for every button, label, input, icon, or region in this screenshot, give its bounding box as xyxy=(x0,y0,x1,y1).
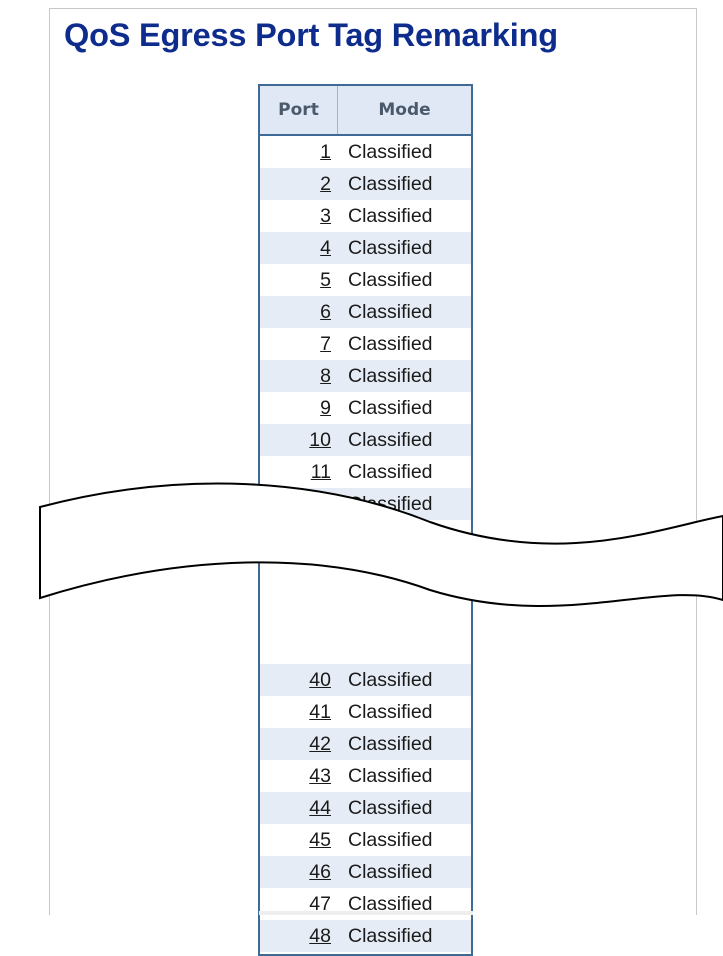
table-row: 45 Classified xyxy=(260,824,471,856)
port-link[interactable]: 8 xyxy=(320,365,331,387)
port-link[interactable]: 2 xyxy=(320,173,331,195)
port-cell: 9 xyxy=(260,397,338,420)
table-header: Port Mode xyxy=(260,86,471,136)
mode-cell: Classified xyxy=(348,396,433,419)
mode-cell: Classified xyxy=(348,492,433,515)
table-row: 2 Classified xyxy=(260,168,471,200)
table-row: 7 Classified xyxy=(260,328,471,360)
port-cell: 46 xyxy=(260,861,338,884)
footer-strip xyxy=(259,911,473,915)
port-cell: 10 xyxy=(260,429,338,452)
port-link[interactable]: 40 xyxy=(309,669,331,691)
port-cell: 41 xyxy=(260,701,338,724)
mode-cell: Classified xyxy=(348,236,433,259)
mode-cell: Classified xyxy=(348,796,433,819)
table-row: 44 Classified xyxy=(260,792,471,824)
table-row: 1 Classified xyxy=(260,136,471,168)
port-cell: 7 xyxy=(260,333,338,356)
mode-cell: Classified xyxy=(348,700,433,723)
column-header-mode: Mode xyxy=(378,100,431,120)
table-body-omitted xyxy=(260,520,471,664)
table-row: 5 Classified xyxy=(260,264,471,296)
table-row: 9 Classified xyxy=(260,392,471,424)
table-row: 40 Classified xyxy=(260,664,471,696)
table-row: 4 Classified xyxy=(260,232,471,264)
mode-cell: Classified xyxy=(348,204,433,227)
port-link[interactable]: 7 xyxy=(320,333,331,355)
port-link[interactable]: 5 xyxy=(320,269,331,291)
table-row: 47 Classified xyxy=(260,888,471,920)
port-link[interactable]: 45 xyxy=(309,829,331,851)
table-row: 8 Classified xyxy=(260,360,471,392)
port-link[interactable]: 44 xyxy=(309,797,331,819)
mode-cell: Classified xyxy=(348,140,433,163)
port-link[interactable]: 12 xyxy=(309,493,331,515)
table-row: 48 Classified xyxy=(260,920,471,952)
table-body-bottom: 40 Classified 41 Classified 42 Classified 43 Cl… xyxy=(260,664,471,952)
mode-cell: Classified xyxy=(348,300,433,323)
port-cell: 43 xyxy=(260,765,338,788)
mode-cell: Classified xyxy=(348,668,433,691)
port-link[interactable]: 46 xyxy=(309,861,331,883)
port-cell: 2 xyxy=(260,173,338,196)
mode-cell: Classified xyxy=(348,332,433,355)
table-row: 46 Classified xyxy=(260,856,471,888)
port-link[interactable]: 42 xyxy=(309,733,331,755)
column-header-port: Port xyxy=(260,86,338,134)
table-row: 11 Classified xyxy=(260,456,471,488)
port-cell: 8 xyxy=(260,365,338,388)
mode-cell: Classified xyxy=(348,924,433,947)
port-link[interactable]: 3 xyxy=(320,205,331,227)
mode-cell: Classified xyxy=(348,364,433,387)
port-cell: 4 xyxy=(260,237,338,260)
port-cell: 5 xyxy=(260,269,338,292)
mode-cell: Classified xyxy=(348,732,433,755)
port-cell: 42 xyxy=(260,733,338,756)
port-cell: 48 xyxy=(260,925,338,948)
table-row: 10 Classified xyxy=(260,424,471,456)
mode-cell: Classified xyxy=(348,460,433,483)
port-cell: 45 xyxy=(260,829,338,852)
port-link[interactable]: 4 xyxy=(320,237,331,259)
table-body-top: 1 Classified 2 Classified 3 Classified 4 Classi… xyxy=(260,136,471,520)
table-row: 42 Classified xyxy=(260,728,471,760)
mode-cell: Classified xyxy=(348,828,433,851)
port-cell: 6 xyxy=(260,301,338,324)
port-link[interactable]: 1 xyxy=(320,141,331,163)
table-row: 6 Classified xyxy=(260,296,471,328)
port-link[interactable]: 6 xyxy=(320,301,331,323)
port-link[interactable]: 41 xyxy=(309,701,331,723)
port-link[interactable]: 48 xyxy=(309,925,331,947)
mode-cell: Classified xyxy=(348,268,433,291)
table-row: 12 Classified xyxy=(260,488,471,520)
port-cell: 40 xyxy=(260,669,338,692)
port-cell: 44 xyxy=(260,797,338,820)
table-row: 43 Classified xyxy=(260,760,471,792)
port-link[interactable]: 10 xyxy=(309,429,331,451)
mode-cell: Classified xyxy=(348,860,433,883)
table-row: 41 Classified xyxy=(260,696,471,728)
port-cell: 11 xyxy=(260,461,338,484)
port-cell: 12 xyxy=(260,493,338,516)
port-mode-table: Port Mode 1 Classified 2 Classified 3 Classif… xyxy=(258,84,473,956)
mode-cell: Classified xyxy=(348,764,433,787)
mode-cell: Classified xyxy=(348,428,433,451)
port-cell: 1 xyxy=(260,141,338,164)
page-title: QoS Egress Port Tag Remarking xyxy=(64,17,558,53)
table-row: 3 Classified xyxy=(260,200,471,232)
port-link[interactable]: 43 xyxy=(309,765,331,787)
port-link[interactable]: 9 xyxy=(320,397,331,419)
port-cell: 3 xyxy=(260,205,338,228)
mode-cell: Classified xyxy=(348,172,433,195)
port-link[interactable]: 11 xyxy=(311,461,331,483)
